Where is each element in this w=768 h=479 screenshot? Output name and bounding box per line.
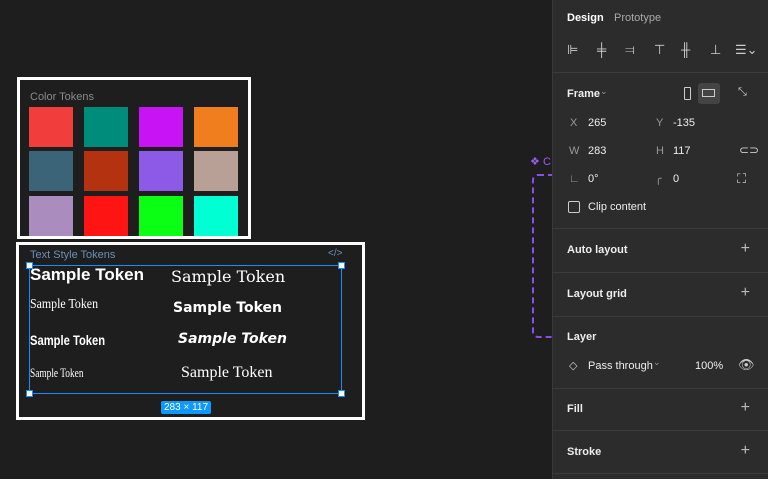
independent-corners-icon[interactable]: ⛶: [737, 171, 746, 187]
component-label: C: [543, 156, 551, 168]
color-swatch[interactable]: [194, 107, 238, 147]
clip-content-label: Clip content: [588, 201, 647, 213]
sample-token-6[interactable]: Sample Token: [178, 331, 287, 347]
color-tokens-title: Color Tokens: [30, 91, 94, 103]
clip-content-checkbox[interactable]: [568, 201, 580, 213]
portrait-icon[interactable]: [684, 87, 691, 100]
rotation-icon: ∟: [569, 173, 580, 185]
sample-token-2[interactable]: Sample Token: [171, 267, 285, 286]
x-input[interactable]: 265: [588, 117, 606, 129]
x-label: X: [570, 117, 578, 129]
align-v-center-icon[interactable]: ╫: [681, 42, 690, 57]
color-swatch[interactable]: [194, 151, 238, 191]
h-label: H: [656, 145, 664, 157]
y-input[interactable]: -135: [673, 117, 695, 129]
color-swatch[interactable]: [194, 196, 238, 236]
add-auto-layout-button[interactable]: +: [741, 240, 750, 258]
add-fill-button[interactable]: +: [741, 399, 750, 417]
resize-handle-bl[interactable]: [26, 390, 33, 397]
resize-handle-br[interactable]: [338, 390, 345, 397]
stroke-label: Stroke: [567, 446, 602, 458]
w-label: W: [569, 145, 580, 157]
color-swatch[interactable]: [29, 151, 73, 191]
color-swatch[interactable]: [139, 107, 183, 147]
text-style-tokens-title: Text Style Tokens: [30, 249, 116, 261]
radius-input[interactable]: 0: [673, 173, 679, 185]
sample-token-3[interactable]: Sample Token: [30, 297, 98, 313]
layout-grid-label: Layout grid: [567, 288, 627, 300]
resize-handle-tr[interactable]: [338, 262, 345, 269]
sample-token-8[interactable]: Sample Token: [181, 364, 272, 382]
chevron-down-icon[interactable]: ⌄: [600, 86, 608, 97]
align-bottom-icon[interactable]: ⊥: [710, 42, 721, 58]
color-swatch[interactable]: [139, 151, 183, 191]
opacity-input[interactable]: 100%: [695, 360, 723, 372]
color-swatch[interactable]: [139, 196, 183, 236]
fill-label: Fill: [567, 403, 583, 415]
h-input[interactable]: 117: [673, 145, 691, 157]
add-layout-grid-button[interactable]: +: [741, 284, 750, 302]
sample-token-4[interactable]: Sample Token: [173, 300, 282, 316]
color-swatch[interactable]: [84, 151, 128, 191]
blend-mode-icon: ◇: [569, 360, 578, 372]
add-stroke-button[interactable]: +: [741, 442, 750, 460]
align-top-icon[interactable]: ⊤: [654, 42, 665, 58]
corner-radius-icon: ╭: [655, 173, 662, 185]
resize-to-fit-icon[interactable]: ⤡: [738, 86, 747, 99]
align-right-icon[interactable]: ⫤: [625, 42, 635, 58]
color-swatch[interactable]: [29, 196, 73, 236]
size-badge: 283 × 117: [161, 401, 212, 414]
sample-token-5[interactable]: Sample Token: [30, 332, 105, 348]
tab-prototype[interactable]: Prototype: [614, 12, 661, 24]
design-panel: Design Prototype ⊫ ╪ ⫤ ⊤ ╫ ⊥ ☰⌄ Frame ⌄ …: [552, 0, 768, 479]
landscape-icon: [702, 89, 715, 97]
tab-design[interactable]: Design: [567, 12, 604, 24]
color-swatch[interactable]: [84, 107, 128, 147]
layer-label: Layer: [567, 331, 597, 343]
landscape-button[interactable]: [698, 83, 720, 104]
distribute-icon[interactable]: ☰⌄: [735, 42, 758, 58]
w-input[interactable]: 283: [588, 145, 606, 157]
sample-token-7[interactable]: Sample Token: [30, 365, 84, 381]
constrain-proportions-icon[interactable]: ⊂⊃: [739, 143, 759, 157]
blend-mode-select[interactable]: Pass through: [588, 360, 653, 372]
color-tokens-frame[interactable]: Color Tokens: [17, 77, 251, 239]
blend-chevron-icon[interactable]: ⌄: [653, 357, 661, 368]
color-swatch[interactable]: [84, 196, 128, 236]
auto-layout-label: Auto layout: [567, 244, 628, 256]
y-label: Y: [656, 117, 664, 129]
code-icon[interactable]: </>: [328, 248, 342, 259]
eye-icon[interactable]: 👁: [738, 357, 755, 373]
color-swatch[interactable]: [29, 107, 73, 147]
align-left-icon[interactable]: ⊫: [567, 42, 578, 58]
align-h-center-icon[interactable]: ╪: [597, 42, 606, 57]
frame-label[interactable]: Frame: [567, 88, 600, 100]
component-icon: ❖: [530, 156, 540, 168]
rotation-input[interactable]: 0°: [588, 173, 599, 185]
sample-token-1[interactable]: Sample Token: [30, 265, 144, 285]
